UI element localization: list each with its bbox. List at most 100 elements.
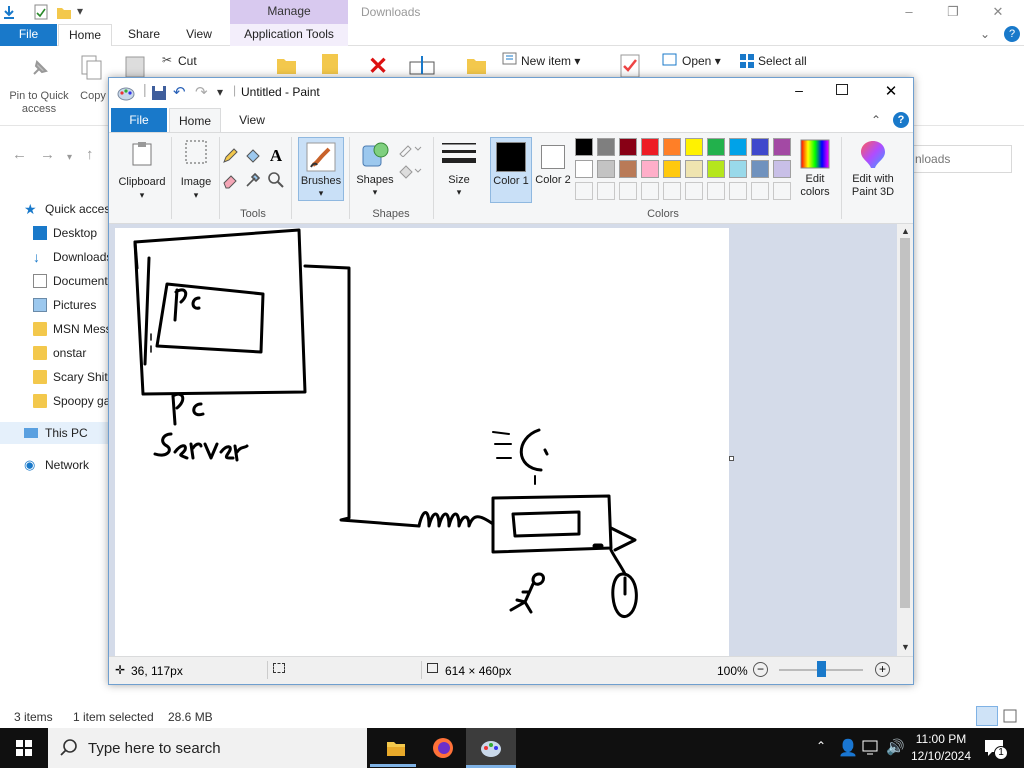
- palette-swatch[interactable]: [619, 138, 637, 156]
- new-folder-icon[interactable]: [56, 4, 72, 20]
- palette-swatch[interactable]: [685, 138, 703, 156]
- brushes-button[interactable]: Brushes ▾: [298, 137, 344, 201]
- palette-swatch[interactable]: [663, 160, 681, 178]
- explorer-close-button[interactable]: ✕: [983, 2, 1013, 22]
- explorer-tab-view[interactable]: View: [176, 24, 222, 46]
- zoom-out-button[interactable]: −: [753, 662, 768, 677]
- color-picker-icon[interactable]: [244, 171, 262, 189]
- taskbar-search-box[interactable]: Type here to search: [48, 728, 367, 768]
- sidebar-item-pictures[interactable]: Pictures: [0, 294, 110, 316]
- explorer-maximize-button[interactable]: ❐: [938, 2, 968, 22]
- fill-icon[interactable]: [397, 163, 423, 179]
- palette-swatch[interactable]: [663, 138, 681, 156]
- fill-bucket-icon[interactable]: [244, 147, 262, 165]
- palette-swatch[interactable]: [597, 138, 615, 156]
- palette-swatch[interactable]: [619, 160, 637, 178]
- scroll-down-icon[interactable]: ▼: [901, 642, 910, 652]
- sidebar-item-onstar[interactable]: onstar: [0, 342, 110, 364]
- qat-customize-icon[interactable]: ▾: [217, 85, 223, 99]
- edit-with-paint3d-button[interactable]: Edit with Paint 3D: [845, 137, 901, 203]
- back-arrow-icon[interactable]: ←: [12, 146, 27, 163]
- paint-tab-home[interactable]: Home: [169, 108, 221, 132]
- custom-color-slot[interactable]: [597, 182, 615, 200]
- custom-color-slot[interactable]: [663, 182, 681, 200]
- forward-arrow-icon[interactable]: →: [40, 146, 55, 163]
- edit-colors-button[interactable]: Edit colors: [795, 137, 835, 203]
- paint-minimize-button[interactable]: –: [789, 82, 809, 98]
- sidebar-item-downloads[interactable]: ↓ Downloads: [0, 246, 110, 268]
- recent-locations-icon[interactable]: ▾: [67, 152, 72, 163]
- file-explorer-taskbar-icon[interactable]: [386, 739, 406, 757]
- sidebar-item-this-pc[interactable]: This PC: [0, 422, 110, 444]
- palette-swatch[interactable]: [773, 160, 791, 178]
- paint-tab-file[interactable]: File: [111, 108, 167, 132]
- scroll-up-icon[interactable]: ▲: [901, 226, 910, 236]
- drawing-canvas[interactable]: [115, 228, 734, 656]
- palette-swatch[interactable]: [685, 160, 703, 178]
- sidebar-item-scary-shit[interactable]: Scary Shit: [0, 366, 110, 388]
- explorer-tab-file[interactable]: File: [0, 24, 57, 46]
- new-folder-ribbon-icon[interactable]: [466, 54, 488, 76]
- paint-help-icon[interactable]: ?: [893, 112, 909, 128]
- large-icons-view-button[interactable]: [1002, 707, 1018, 725]
- clock-time[interactable]: 11:00 PM: [910, 732, 972, 746]
- copy-button[interactable]: Copy: [78, 90, 108, 103]
- text-tool-icon[interactable]: A: [267, 147, 285, 165]
- pin-to-quick-access-button[interactable]: Pin to Quick access: [4, 90, 74, 116]
- show-hidden-icons[interactable]: ⌃: [816, 739, 826, 753]
- explorer-tab-share[interactable]: Share: [118, 24, 170, 46]
- image-button[interactable]: Image ▾: [175, 135, 217, 207]
- custom-color-slot[interactable]: [707, 182, 725, 200]
- canvas-resize-handle[interactable]: [729, 456, 734, 461]
- paint-maximize-button[interactable]: [836, 84, 848, 95]
- up-arrow-icon[interactable]: ↑: [86, 146, 94, 163]
- zoom-slider-thumb[interactable]: [817, 661, 826, 677]
- windows-start-icon[interactable]: [16, 740, 32, 756]
- palette-swatch[interactable]: [729, 138, 747, 156]
- magnifier-icon[interactable]: [267, 171, 285, 189]
- paint-ribbon-collapse-icon[interactable]: ⌃: [871, 113, 881, 127]
- palette-swatch[interactable]: [707, 160, 725, 178]
- palette-swatch[interactable]: [575, 138, 593, 156]
- clipboard-button[interactable]: Clipboard ▾: [115, 135, 169, 207]
- palette-swatch[interactable]: [729, 160, 747, 178]
- color2-button[interactable]: Color 2: [535, 137, 571, 203]
- volume-icon[interactable]: 🔊: [886, 738, 905, 756]
- rename-icon[interactable]: [408, 54, 438, 76]
- eraser-icon[interactable]: [221, 171, 239, 189]
- size-button[interactable]: Size ▾: [439, 137, 479, 201]
- custom-color-slot[interactable]: [641, 182, 659, 200]
- sidebar-item-spoopy-games[interactable]: Spoopy games: [0, 390, 110, 412]
- properties-icon[interactable]: [34, 4, 48, 20]
- clock-date[interactable]: 12/10/2024: [908, 749, 974, 763]
- explorer-search-box[interactable]: nloads: [900, 145, 1012, 173]
- firefox-icon[interactable]: [432, 737, 454, 759]
- qat-dropdown-icon[interactable]: ▾: [77, 4, 83, 18]
- palette-swatch[interactable]: [641, 138, 659, 156]
- sidebar-item-msn-messenger[interactable]: MSN Messenger: [0, 318, 110, 340]
- custom-color-slot[interactable]: [575, 182, 593, 200]
- outline-icon[interactable]: [397, 141, 423, 157]
- open-button[interactable]: Open ▾: [682, 55, 721, 68]
- paint-close-button[interactable]: ✕: [881, 82, 901, 100]
- custom-color-slot[interactable]: [729, 182, 747, 200]
- palette-swatch[interactable]: [641, 160, 659, 178]
- save-icon[interactable]: [151, 85, 167, 101]
- zoom-in-button[interactable]: +: [875, 662, 890, 677]
- palette-swatch[interactable]: [773, 138, 791, 156]
- sidebar-item-quick-access[interactable]: ★ Quick access: [0, 198, 110, 220]
- select-all-button[interactable]: Select all: [758, 55, 807, 68]
- ribbon-collapse-icon[interactable]: ⌄: [980, 27, 990, 41]
- palette-swatch[interactable]: [575, 160, 593, 178]
- sidebar-item-desktop[interactable]: Desktop: [0, 222, 110, 244]
- palette-swatch[interactable]: [597, 160, 615, 178]
- paint-tab-view[interactable]: View: [227, 108, 277, 132]
- explorer-tab-home[interactable]: Home: [58, 24, 112, 46]
- user-status-icon[interactable]: 👤: [838, 738, 858, 758]
- sidebar-item-network[interactable]: ◉ Network: [0, 454, 110, 476]
- paint-app-icon[interactable]: [117, 84, 135, 102]
- custom-color-slot[interactable]: [619, 182, 637, 200]
- details-view-button[interactable]: [976, 706, 998, 726]
- custom-color-slot[interactable]: [773, 182, 791, 200]
- palette-swatch[interactable]: [751, 138, 769, 156]
